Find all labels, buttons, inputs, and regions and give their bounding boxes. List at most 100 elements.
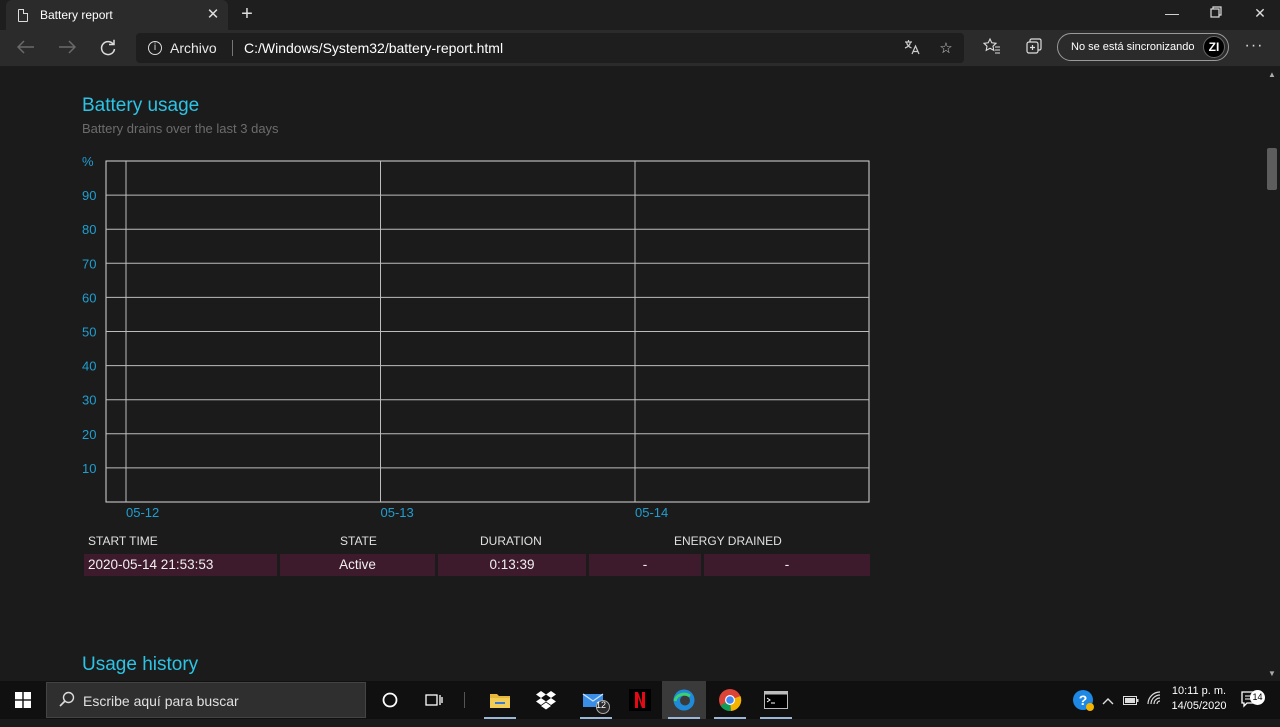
task-view-button[interactable]	[412, 681, 456, 719]
mail-button[interactable]: 12	[574, 681, 618, 719]
netflix-button[interactable]	[618, 681, 662, 719]
y-tick-label: 80	[82, 222, 96, 237]
restore-icon	[1210, 6, 1222, 18]
y-tick-label: 70	[82, 256, 96, 271]
file-explorer-button[interactable]	[478, 681, 522, 719]
cell-state: Active	[280, 554, 435, 576]
taskbar-clock[interactable]: 10:11 p. m. 14/05/2020	[1170, 684, 1228, 714]
favorites-icon[interactable]	[981, 37, 1003, 60]
edge-icon	[673, 689, 695, 711]
battery-tray-button[interactable]	[1120, 681, 1142, 719]
start-button[interactable]	[0, 681, 46, 719]
new-tab-button[interactable]: +	[236, 3, 258, 25]
page-icon	[18, 8, 28, 22]
terminal-icon	[764, 691, 788, 709]
page-content: Battery usage Battery drains over the la…	[0, 66, 1264, 681]
notification-count-badge: 14	[1250, 690, 1265, 705]
column-header-start-time: START TIME	[88, 534, 158, 548]
refresh-button[interactable]	[94, 34, 122, 62]
read-aloud-icon[interactable]	[902, 39, 922, 59]
wifi-tray-button[interactable]	[1144, 681, 1166, 719]
show-hidden-icons-button[interactable]	[1098, 681, 1118, 719]
address-separator	[232, 40, 233, 56]
y-tick-label: 60	[82, 290, 96, 305]
cortana-circle-icon	[382, 692, 398, 708]
cell-energy-percent: -	[589, 554, 701, 576]
refresh-icon	[100, 39, 116, 56]
help-tray-button[interactable]: ?	[1070, 681, 1096, 719]
window-close-button[interactable]: ✕	[1238, 0, 1280, 30]
tab-close-icon[interactable]: ✕	[204, 6, 222, 24]
taskbar: Escribe aquí para buscar 12 ? 10:11 p. m…	[0, 681, 1280, 719]
x-tick-label: 05-13	[381, 505, 414, 520]
scroll-thumb[interactable]	[1267, 148, 1277, 190]
y-axis-label: %	[82, 154, 94, 169]
task-view-icon	[425, 694, 443, 706]
scroll-down-arrow-icon[interactable]: ▼	[1264, 667, 1280, 681]
tab-battery-report[interactable]: Battery report ✕	[6, 0, 228, 30]
cell-start-time: 2020-05-14 21:53:53	[84, 554, 277, 576]
collections-shape-icon	[1026, 38, 1042, 54]
usage-history-title: Usage history	[82, 654, 199, 675]
chrome-icon	[719, 689, 742, 712]
collections-icon[interactable]	[1023, 38, 1045, 60]
vertical-scrollbar[interactable]: ▲ ▼	[1264, 66, 1280, 681]
wifi-icon	[1147, 691, 1161, 705]
clock-date: 14/05/2020	[1171, 700, 1227, 712]
browser-toolbar: i Archivo C:/Windows/System32/battery-re…	[0, 30, 1280, 66]
dropbox-icon	[536, 691, 556, 710]
chrome-button[interactable]	[708, 681, 752, 719]
y-tick-label: 20	[82, 427, 96, 442]
search-icon	[59, 691, 75, 711]
column-header-duration: DURATION	[480, 534, 542, 548]
action-center-button[interactable]: 14	[1236, 681, 1266, 719]
terminal-button[interactable]	[754, 681, 798, 719]
avatar: ZI	[1203, 36, 1225, 58]
back-button[interactable]	[12, 34, 40, 62]
y-tick-label: 90	[82, 188, 96, 203]
help-icon: ?	[1073, 690, 1094, 711]
column-header-state: STATE	[340, 534, 377, 548]
scroll-up-arrow-icon[interactable]: ▲	[1264, 68, 1280, 82]
forward-button[interactable]	[53, 34, 81, 62]
taskbar-search-box[interactable]: Escribe aquí para buscar	[46, 682, 366, 718]
netflix-icon	[629, 689, 651, 711]
x-tick-label: 05-14	[635, 505, 668, 520]
info-icon[interactable]: i	[148, 41, 162, 55]
y-tick-label: 10	[82, 461, 96, 476]
tab-strip: Battery report ✕ + — ✕	[0, 0, 1280, 30]
cortana-button[interactable]	[368, 681, 412, 719]
taskbar-divider	[464, 692, 465, 708]
chevron-up-icon	[1102, 698, 1114, 705]
battery-usage-chart: % 10 20 30 40 50 60 70 80 90 05-12 05-13 05-14	[82, 154, 870, 520]
url-text[interactable]: C:/Windows/System32/battery-report.html	[244, 40, 503, 56]
edge-browser-button[interactable]	[662, 681, 706, 719]
y-tick-label: 50	[82, 325, 96, 340]
profile-sync-button[interactable]: No se está sincronizando ZI	[1057, 33, 1229, 61]
cell-energy-mwh: -	[704, 554, 870, 576]
more-options-button[interactable]: ···	[1240, 34, 1268, 62]
folder-icon	[490, 694, 510, 708]
favorite-star-icon[interactable]: ☆	[936, 39, 956, 59]
column-header-energy-drained: ENERGY DRAINED	[674, 534, 782, 548]
x-tick-label: 05-12	[126, 505, 159, 520]
address-bar[interactable]: i Archivo C:/Windows/System32/battery-re…	[136, 33, 964, 63]
battery-icon	[1123, 696, 1139, 705]
search-placeholder: Escribe aquí para buscar	[83, 693, 239, 709]
minimize-button[interactable]: —	[1150, 0, 1194, 30]
clock-time: 10:11 p. m.	[1171, 685, 1227, 697]
sync-status-label: No se está sincronizando	[1071, 41, 1195, 53]
restore-button[interactable]	[1194, 0, 1238, 30]
windows-logo-icon	[15, 692, 31, 708]
cell-duration: 0:13:39	[438, 554, 586, 576]
dropbox-button[interactable]	[524, 681, 568, 719]
table-row: 2020-05-14 21:53:53 Active 0:13:39 - -	[84, 554, 870, 576]
arrow-left-icon	[16, 40, 34, 54]
y-tick-label: 40	[82, 359, 96, 374]
tab-title: Battery report	[40, 8, 113, 22]
arrow-right-icon	[59, 40, 77, 54]
svg-text:?: ?	[1079, 692, 1088, 708]
favorites-list-icon	[982, 37, 1000, 54]
translate-icon	[904, 40, 920, 55]
y-tick-label: 30	[82, 393, 96, 408]
